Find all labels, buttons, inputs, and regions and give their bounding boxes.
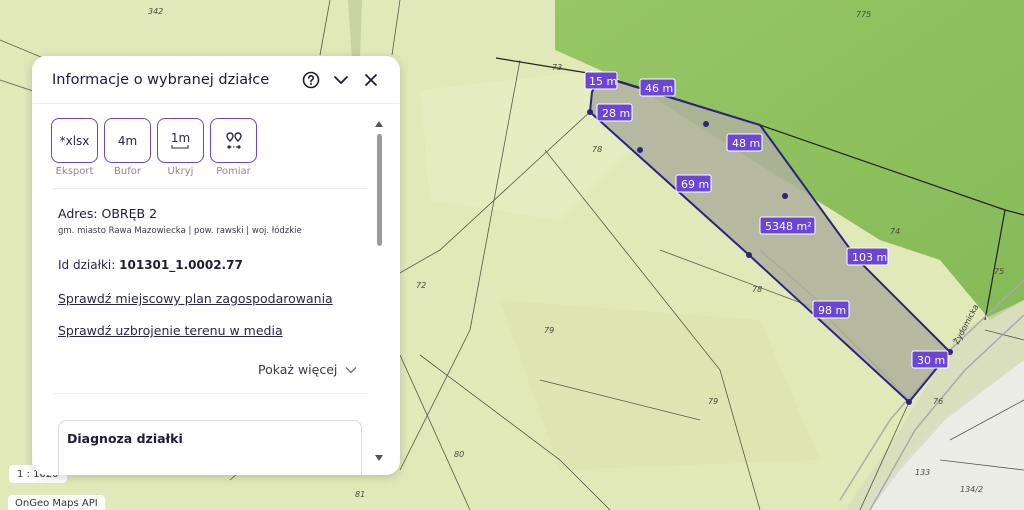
hide-button[interactable]: 1m [157,118,204,163]
measurement-label: 103 m [846,247,889,266]
parcel-number: 74 [890,227,900,236]
parcel-info-panel: Informacje o wybranej działce *xlsx Eksp… [32,56,400,475]
parcel-id-label: Id działki: [58,258,116,272]
parcel-id: Id działki: 101301_1.0002.77 [58,258,243,272]
parcel-number: 134/2 [960,485,983,494]
buffer-label: Bufor [114,166,141,177]
parcel-id-value: 101301_1.0002.77 [119,258,243,272]
measurement-label: 30 m [911,350,949,369]
hide-label: Ukryj [167,166,194,177]
panel-header: Informacje o wybranej działce [32,56,400,104]
svg-text:98 m: 98 m [818,304,846,317]
parcel-number: 80 [454,450,464,459]
parcel-number: 78 [752,285,762,294]
export-button[interactable]: *xlsx [51,118,98,163]
measurement-label: 98 m [812,300,850,319]
chevron-down-icon [345,366,357,373]
measure-button[interactable] [210,118,257,163]
parcel-number: 133 [915,468,930,477]
svg-text:30 m: 30 m [917,354,945,367]
utilities-link[interactable]: Sprawdź uzbrojenie terenu w media [58,323,283,338]
scroll-down-icon[interactable] [375,454,383,462]
panel-scrollbar[interactable] [375,120,383,464]
svg-text:103 m: 103 m [852,251,887,264]
zoning-plan-link[interactable]: Sprawdź miejscowy plan zagospodarowania [58,291,333,306]
svg-text:5348 m²: 5348 m² [765,220,812,233]
parcel-number: 81 [355,490,365,499]
panel-title: Informacje o wybranej działce [52,71,270,88]
parcel-number: 72 [416,281,426,290]
scroll-up-icon[interactable] [375,120,383,128]
buffer-tool[interactable]: 4m Bufor [104,118,151,177]
measure-tool[interactable]: Pomiar [210,118,257,177]
measurement-label: 69 m [675,174,712,193]
help-icon[interactable] [300,69,322,91]
parcel-number: 73 [552,63,562,72]
measurement-label: 48 m [726,133,763,152]
svg-text:46 m: 46 m [645,82,673,95]
hide-tool[interactable]: 1m Ukryj [157,118,204,177]
svg-text:28 m: 28 m [602,107,630,120]
show-more-button[interactable]: Pokaż więcej [258,362,357,377]
export-tool[interactable]: *xlsx Eksport [51,118,98,177]
diagnosis-title: Diagnoza działki [67,431,183,446]
export-label: Eksport [55,166,94,177]
measurement-label: 15 m [584,71,618,90]
buffer-button[interactable]: 4m [104,118,151,163]
measurement-label: 46 m [639,78,676,97]
parcel-number: 775 [856,10,871,19]
tool-bar: *xlsx Eksport 4m Bufor 1m Ukryj Pomiar [32,104,400,177]
map-attribution[interactable]: OnGeo Maps API [8,495,105,510]
ruler-icon [171,145,189,149]
measure-pins-icon [225,131,242,149]
parcel-number: 75 [994,267,1004,276]
address-block: Adres: OBRĘB 2 gm. miasto Rawa Mazowieck… [58,206,302,236]
scroll-thumb[interactable] [377,134,382,246]
parcel-number: 79 [544,326,554,335]
area-label: 5348 m² [759,216,816,235]
diagnosis-card[interactable]: Diagnoza działki [58,420,362,475]
parcel-number: 342 [148,7,163,16]
close-icon[interactable] [360,69,382,91]
address-title: Adres: OBRĘB 2 [58,206,158,221]
address-subtitle: gm. miasto Rawa Mazowiecka | pow. rawski… [58,226,302,236]
parcel-number: 78 [592,145,602,154]
divider [52,393,367,394]
chevron-down-icon[interactable] [330,69,352,91]
measurement-label: 28 m [596,103,633,122]
hide-button-text: 1m [170,131,191,145]
show-more-label: Pokaż więcej [258,362,338,377]
svg-text:48 m: 48 m [732,137,760,150]
parcel-number: 76 [933,397,943,406]
svg-text:15 m: 15 m [589,75,617,88]
parcel-number: 79 [708,397,718,406]
divider [52,188,367,189]
svg-text:69 m: 69 m [681,178,709,191]
measure-label: Pomiar [216,166,251,177]
